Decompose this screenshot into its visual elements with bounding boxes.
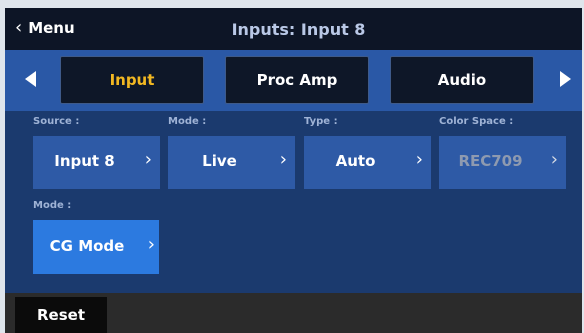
settings-panel: Source : Mode : Type : Color Space : Inp… xyxy=(5,111,582,293)
chevron-right-icon: › xyxy=(144,149,152,170)
tab-input[interactable]: Input xyxy=(60,56,204,104)
color-space-value: REC709 xyxy=(458,152,523,170)
triangle-right-icon[interactable] xyxy=(560,71,571,87)
type-selector[interactable]: Auto › xyxy=(304,136,431,189)
inputs-screen: ‹ Menu Inputs: Input 8 Input Proc Amp Au… xyxy=(5,8,582,333)
type-label: Type : xyxy=(304,116,338,127)
source-label: Source : xyxy=(33,116,80,127)
reset-button[interactable]: Reset xyxy=(15,297,107,333)
color-space-label: Color Space : xyxy=(439,116,514,127)
reset-label: Reset xyxy=(37,306,85,324)
mode-selector[interactable]: Live › xyxy=(168,136,295,189)
mode-label: Mode : xyxy=(168,116,207,127)
mode2-label: Mode : xyxy=(33,200,72,211)
title-bar: ‹ Menu Inputs: Input 8 xyxy=(5,8,582,50)
source-selector[interactable]: Input 8 › xyxy=(33,136,160,189)
chevron-right-icon: › xyxy=(279,149,287,170)
page-title: Inputs: Input 8 xyxy=(231,20,366,39)
type-value: Auto xyxy=(335,152,376,170)
chevron-right-icon: › xyxy=(415,149,423,170)
tab-audio[interactable]: Audio xyxy=(390,56,534,104)
triangle-left-icon[interactable] xyxy=(25,71,36,87)
cg-mode-value: CG Mode xyxy=(49,237,125,255)
source-value: Input 8 xyxy=(54,152,115,170)
tab-proc-amp-label: Proc Amp xyxy=(256,71,338,89)
chevron-right-icon: › xyxy=(147,234,155,255)
tab-input-label: Input xyxy=(109,71,155,89)
tab-audio-label: Audio xyxy=(437,71,487,89)
color-space-selector[interactable]: REC709 › xyxy=(439,136,566,189)
footer-bar: Reset xyxy=(5,293,582,333)
tab-bar: Input Proc Amp Audio xyxy=(5,50,582,111)
mode-value: Live xyxy=(202,152,237,170)
chevron-right-icon: › xyxy=(550,149,558,170)
cg-mode-selector[interactable]: CG Mode › xyxy=(33,220,159,274)
tab-proc-amp[interactable]: Proc Amp xyxy=(225,56,369,104)
